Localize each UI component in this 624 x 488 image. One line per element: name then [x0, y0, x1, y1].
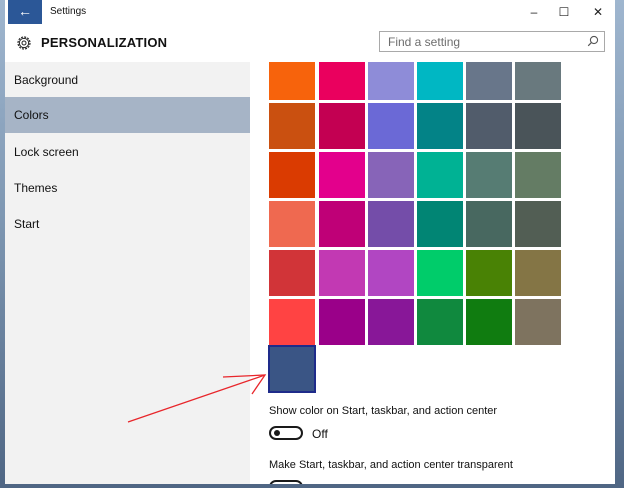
color-swatch[interactable]: [466, 152, 512, 198]
sidebar-item-themes[interactable]: Themes: [5, 170, 250, 206]
color-swatch[interactable]: [269, 152, 315, 198]
gear-icon: [17, 36, 31, 50]
color-swatch[interactable]: [368, 103, 414, 149]
search-input[interactable]: [380, 32, 588, 51]
back-button[interactable]: ←: [8, 0, 42, 24]
color-swatch[interactable]: [269, 299, 315, 345]
color-swatch[interactable]: [417, 62, 463, 100]
color-swatch[interactable]: [466, 250, 512, 296]
color-swatch[interactable]: [466, 201, 512, 247]
settings-window: ← Settings – ☐ ✕ PERSONALIZATION B: [5, 0, 615, 484]
maximize-button[interactable]: ☐: [549, 0, 579, 24]
show-color-label: Show color on Start, taskbar, and action…: [269, 405, 498, 417]
color-swatch[interactable]: [319, 201, 365, 247]
color-swatch[interactable]: [417, 250, 463, 296]
color-swatch-selected[interactable]: [268, 345, 316, 393]
color-swatch[interactable]: [515, 201, 561, 247]
sidebar-item-label: Lock screen: [14, 145, 79, 159]
color-swatch[interactable]: [417, 201, 463, 247]
color-swatch[interactable]: [515, 62, 561, 100]
color-swatch[interactable]: [368, 152, 414, 198]
color-swatch[interactable]: [515, 152, 561, 198]
sidebar-item-label: Themes: [14, 181, 58, 195]
color-swatch[interactable]: [466, 62, 512, 100]
transparent-toggle[interactable]: [269, 480, 303, 484]
sidebar-item-label: Background: [14, 73, 79, 87]
sidebar-nav: Background Colors Lock screen Themes Sta…: [5, 62, 250, 484]
close-icon: ✕: [592, 5, 604, 19]
colors-content: Show color on Start, taskbar, and action…: [250, 62, 615, 484]
page-header: PERSONALIZATION: [5, 24, 615, 62]
maximize-icon: ☐: [558, 5, 570, 19]
page-title: PERSONALIZATION: [41, 35, 168, 50]
color-swatch[interactable]: [269, 250, 315, 296]
color-swatch[interactable]: [417, 299, 463, 345]
color-swatch[interactable]: [515, 299, 561, 345]
show-color-toggle[interactable]: [269, 426, 303, 440]
color-swatch[interactable]: [466, 103, 512, 149]
color-swatch[interactable]: [269, 201, 315, 247]
color-swatch[interactable]: [319, 103, 365, 149]
sidebar-item-lock-screen[interactable]: Lock screen: [5, 134, 250, 170]
minimize-icon: –: [530, 5, 538, 19]
color-swatch[interactable]: [319, 62, 365, 100]
sidebar-item-label: Colors: [14, 108, 49, 122]
color-swatch[interactable]: [417, 152, 463, 198]
color-swatch[interactable]: [319, 250, 365, 296]
color-swatch[interactable]: [466, 299, 512, 345]
color-swatch[interactable]: [417, 103, 463, 149]
color-swatch[interactable]: [368, 62, 414, 100]
color-swatch[interactable]: [515, 103, 561, 149]
window-title: Settings: [50, 6, 87, 17]
toggle-state-text: Off: [312, 427, 328, 441]
search-box[interactable]: [379, 31, 605, 52]
sidebar-item-label: Start: [14, 217, 40, 231]
color-swatch[interactable]: [368, 299, 414, 345]
color-swatch[interactable]: [368, 201, 414, 247]
transparent-label: Make Start, taskbar, and action center t…: [269, 459, 513, 471]
close-button[interactable]: ✕: [583, 0, 613, 24]
sidebar-item-colors[interactable]: Colors: [5, 97, 250, 133]
search-icon[interactable]: [587, 35, 599, 47]
color-swatch[interactable]: [368, 250, 414, 296]
back-arrow-icon: ←: [18, 3, 32, 19]
color-swatch[interactable]: [515, 250, 561, 296]
toggle-knob: [274, 430, 280, 436]
color-swatch[interactable]: [269, 103, 315, 149]
minimize-button[interactable]: –: [519, 0, 549, 24]
color-swatch[interactable]: [319, 299, 365, 345]
color-swatch[interactable]: [269, 62, 315, 100]
color-swatch[interactable]: [319, 152, 365, 198]
title-bar: ← Settings – ☐ ✕: [5, 0, 615, 24]
sidebar-item-background[interactable]: Background: [5, 62, 250, 98]
sidebar-item-start[interactable]: Start: [5, 206, 250, 242]
